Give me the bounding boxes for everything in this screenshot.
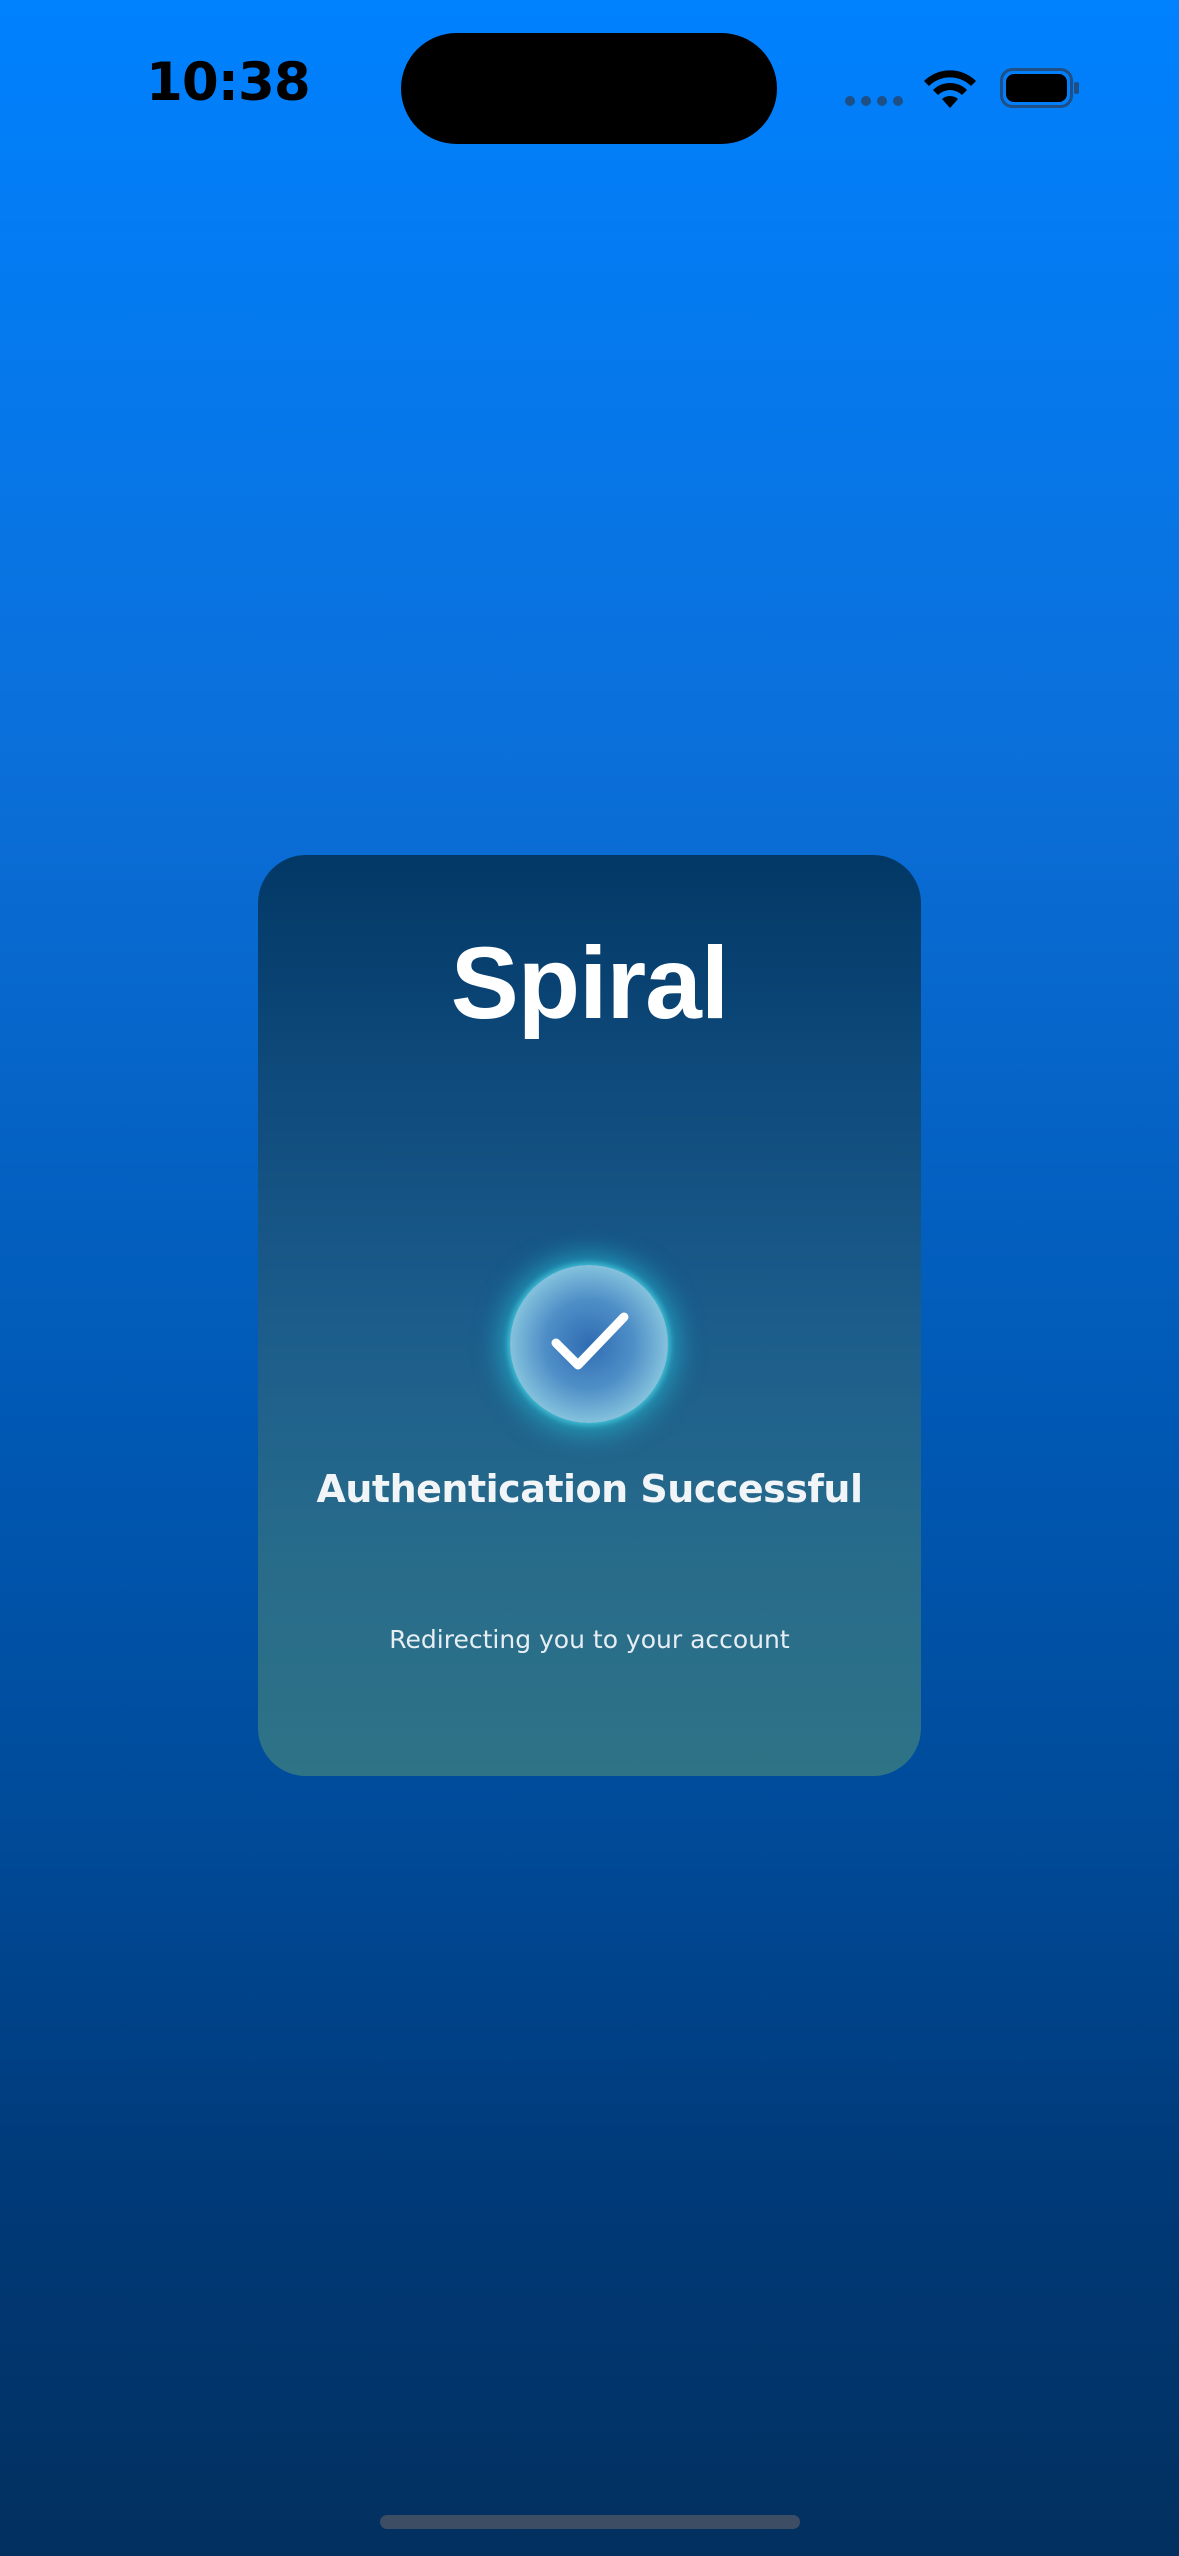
status-time: 10:38 bbox=[146, 52, 311, 113]
home-indicator[interactable] bbox=[380, 2515, 800, 2529]
signal-dots-icon bbox=[845, 96, 903, 106]
status-subtext: Redirecting you to your account bbox=[389, 1625, 790, 1654]
status-bar: 10:38 bbox=[0, 0, 1179, 170]
app-title: Spiral bbox=[450, 926, 729, 1040]
battery-icon bbox=[1000, 68, 1079, 108]
checkmark-icon bbox=[551, 1312, 629, 1370]
auth-success-card: Spiral Authentication Successful Redirec… bbox=[258, 855, 921, 1776]
status-heading: Authentication Successful bbox=[316, 1467, 863, 1511]
success-badge bbox=[510, 1265, 668, 1423]
wifi-icon bbox=[924, 70, 976, 108]
dynamic-island bbox=[401, 33, 777, 144]
